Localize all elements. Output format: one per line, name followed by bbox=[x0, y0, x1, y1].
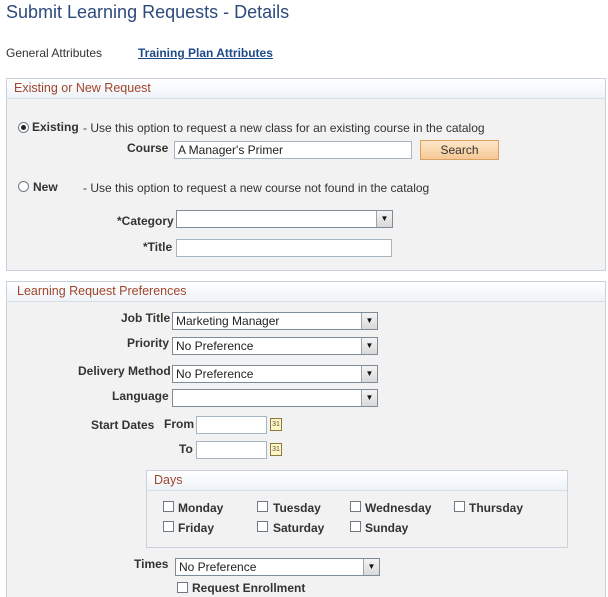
monday-label: Monday bbox=[178, 501, 224, 515]
thursday-label: Thursday bbox=[469, 501, 524, 515]
friday-label: Friday bbox=[178, 521, 215, 535]
title-input[interactable] bbox=[176, 239, 392, 257]
sunday-checkbox[interactable] bbox=[350, 521, 361, 532]
existing-label: Existing bbox=[32, 120, 79, 134]
times-select[interactable]: No Preference ▼ bbox=[175, 558, 380, 576]
language-select[interactable]: ▼ bbox=[172, 389, 378, 407]
saturday-label: Saturday bbox=[273, 521, 325, 535]
calendar-icon[interactable]: 31 bbox=[270, 418, 282, 431]
existing-or-new-request-header: Existing or New Request bbox=[7, 79, 605, 99]
wednesday-checkbox[interactable] bbox=[350, 501, 361, 512]
tuesday-checkbox[interactable] bbox=[257, 501, 268, 512]
request-enrollment-label: Request Enrollment bbox=[192, 581, 306, 595]
job-title-select[interactable]: Marketing Manager ▼ bbox=[172, 312, 378, 330]
existing-or-new-request-group: Existing or New Request Existing - Use t… bbox=[6, 78, 606, 271]
new-label: New bbox=[33, 180, 58, 194]
language-label: Language bbox=[112, 389, 169, 403]
search-button[interactable]: Search bbox=[420, 140, 499, 160]
chevron-down-icon: ▼ bbox=[361, 390, 377, 406]
priority-label: Priority bbox=[127, 336, 170, 350]
request-enrollment-checkbox[interactable] bbox=[177, 582, 188, 593]
existing-description: - Use this option to request a new class… bbox=[83, 121, 485, 135]
title-label: *Title bbox=[143, 240, 173, 254]
to-date-input[interactable] bbox=[196, 441, 267, 459]
job-title-value: Marketing Manager bbox=[176, 314, 280, 328]
thursday-checkbox[interactable] bbox=[454, 501, 465, 512]
learning-request-preferences-group: Learning Request Preferences Job Title M… bbox=[6, 281, 606, 597]
priority-value: No Preference bbox=[176, 339, 254, 353]
chevron-down-icon: ▼ bbox=[361, 338, 377, 354]
job-title-label: Job Title bbox=[121, 311, 171, 325]
times-value: No Preference bbox=[179, 560, 257, 574]
tuesday-label: Tuesday bbox=[273, 501, 321, 515]
calendar-icon[interactable]: 31 bbox=[270, 443, 282, 456]
delivery-method-value: No Preference bbox=[176, 367, 254, 381]
category-select[interactable]: ▼ bbox=[176, 210, 393, 228]
from-label: From bbox=[164, 417, 194, 431]
priority-select[interactable]: No Preference ▼ bbox=[172, 337, 378, 355]
chevron-down-icon: ▼ bbox=[361, 313, 377, 329]
category-label: *Category bbox=[117, 214, 174, 228]
times-label: Times bbox=[134, 557, 169, 571]
sunday-label: Sunday bbox=[365, 521, 409, 535]
delivery-method-label: Delivery Method bbox=[78, 364, 171, 378]
chevron-down-icon: ▼ bbox=[363, 559, 379, 575]
learning-request-preferences-header: Learning Request Preferences bbox=[7, 282, 605, 302]
course-input[interactable]: A Manager's Primer bbox=[174, 141, 412, 159]
tab-training-plan-attributes[interactable]: Training Plan Attributes bbox=[138, 46, 273, 60]
from-date-input[interactable] bbox=[196, 416, 267, 434]
chevron-down-icon: ▼ bbox=[361, 366, 377, 382]
start-dates-label: Start Dates bbox=[91, 418, 155, 432]
friday-checkbox[interactable] bbox=[163, 521, 174, 532]
monday-checkbox[interactable] bbox=[163, 501, 174, 512]
delivery-method-select[interactable]: No Preference ▼ bbox=[172, 365, 378, 383]
existing-radio[interactable] bbox=[18, 122, 29, 133]
chevron-down-icon: ▼ bbox=[376, 211, 392, 227]
course-label: Course bbox=[127, 141, 169, 155]
days-header: Days bbox=[147, 471, 567, 491]
to-label: To bbox=[179, 442, 193, 456]
page-title: Submit Learning Requests - Details bbox=[6, 2, 290, 22]
wednesday-label: Wednesday bbox=[365, 501, 432, 515]
days-group: Days Monday Tuesday Wednesday Thursday F… bbox=[146, 470, 568, 548]
saturday-checkbox[interactable] bbox=[257, 521, 268, 532]
new-radio[interactable] bbox=[18, 181, 29, 192]
tab-general-attributes[interactable]: General Attributes bbox=[6, 46, 102, 60]
new-description: - Use this option to request a new cours… bbox=[83, 181, 430, 195]
